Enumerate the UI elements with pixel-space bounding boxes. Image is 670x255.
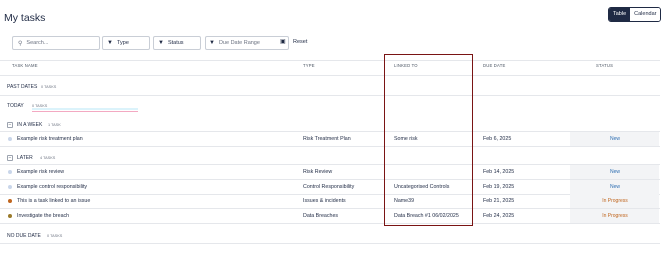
page-title: My tasks [4,12,46,24]
task-name[interactable]: Example risk treatment plan [17,136,83,142]
group-no-due-date-label: NO DUE DATE [7,233,41,239]
filter-icon: ▼ [107,40,113,46]
task-name[interactable]: This is a task linked to an issue [17,198,90,204]
group-later-count: 4 TASKS [40,156,56,160]
task-due-date: Feb 14, 2025 [483,169,515,175]
group-today-label: TODAY [7,103,24,109]
divider [0,146,660,147]
task-status-dot [8,199,12,203]
calendar-icon[interactable]: ▣ [280,38,286,45]
column-due-date[interactable]: DUE DATE [483,63,505,68]
task-type: Data Breaches [303,212,339,219]
search-icon: ⚲ [18,40,23,47]
view-toggle: Table Calendar [608,7,662,22]
table-row[interactable]: Investigate the breach Data Breaches Data … [0,208,660,224]
type-filter[interactable]: ▼ Type [102,36,150,50]
group-past-dates-label: PAST DATES [7,84,38,90]
task-status[interactable]: In Progress [571,198,659,204]
task-name[interactable]: Example risk review [17,169,64,175]
task-status[interactable]: New [571,169,659,175]
group-week-count: 1 TASK [48,123,61,127]
task-name[interactable]: Example control responsibility [17,184,87,190]
table-header: TASK NAME TYPE LINKED TO DUE DATE STATUS [0,63,660,71]
search-placeholder: Search... [26,40,49,46]
status-filter[interactable]: ▼ Status [153,36,201,50]
task-status-dot [8,184,12,189]
task-type: Risk Review [303,169,333,175]
task-type: Risk Treatment Plan [303,136,351,142]
reset-button[interactable]: Reset [293,39,307,45]
task-status[interactable]: In Progress [571,213,659,219]
task-status[interactable]: New [571,184,659,190]
task-type: Control Responsibility [303,183,355,190]
task-due-date: Feb 21, 2025 [483,198,515,204]
divider [0,60,660,61]
search-input[interactable]: ⚲ Search... [12,36,100,50]
task-due-date: Feb 19, 2025 [483,183,515,190]
column-status[interactable]: STATUS [596,63,613,68]
task-status[interactable]: New [571,136,659,142]
today-highlight [32,108,138,110]
divider [0,95,660,96]
table-row[interactable]: Example risk treatment plan Risk Treatmen… [0,132,660,147]
column-task-name[interactable]: TASK NAME [12,63,38,68]
task-status-dot [8,170,12,174]
task-due-date: Feb 24, 2025 [483,212,515,219]
group-no-due-date-count: 0 TASKS [47,234,63,238]
column-type[interactable]: TYPE [303,63,315,68]
divider [0,75,660,76]
task-status-dot [8,137,12,141]
table-view-button[interactable]: Table [609,8,631,21]
task-type: Issues & incidents [303,198,346,204]
collapse-later-button[interactable]: − [7,155,13,161]
filter-bar: ⚲ Search... ▼ Type ▼ Status ▼ Due Date R… [0,36,670,51]
filter-icon: ▼ [158,40,164,46]
task-status-dot [8,213,12,218]
group-week-label: IN A WEEK [17,122,43,128]
group-later-label: LATER [17,155,33,161]
table-row[interactable]: This is a task linked to an issue Issues … [0,194,660,209]
today-underline [32,111,138,112]
group-past-dates-count: 0 TASKS [41,85,57,89]
due-date-placeholder: Due Date Range [218,40,260,46]
status-filter-label: Status [167,40,184,46]
group-today-count: 0 TASKS [32,104,48,108]
task-name[interactable]: Investigate the breach [17,213,69,219]
due-date-range-input[interactable]: ▼ Due Date Range [205,36,289,50]
type-filter-label: Type [116,40,129,46]
collapse-week-button[interactable]: − [7,122,13,128]
divider [0,222,660,224]
linked-to-highlight-box [384,54,473,226]
divider [0,243,660,244]
filter-icon: ▼ [209,40,215,46]
table-row[interactable]: Example control responsibility Control Re… [0,179,660,195]
calendar-view-button[interactable]: Calendar [630,8,661,21]
task-due-date: Feb 6, 2025 [483,136,512,142]
table-row[interactable]: Example risk review Risk Review Feb 14, 20… [0,165,660,180]
